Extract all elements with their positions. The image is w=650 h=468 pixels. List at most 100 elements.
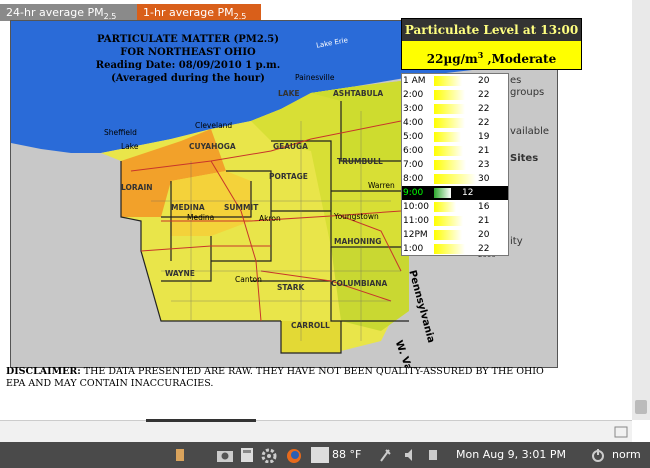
background-text: vailable (510, 126, 550, 137)
hourly-row: 6:00 21 (402, 144, 508, 158)
hourly-row-value: 30 (478, 174, 490, 184)
county-label-medina: MEDINA (171, 203, 205, 212)
county-label-trumbull: TRUMBULL (337, 157, 383, 166)
hourly-row: 2:00 22 (402, 88, 508, 102)
vertical-scrollbar[interactable] (632, 0, 650, 420)
hourly-row-hour: 9:00 (403, 188, 424, 198)
county-label-summit: SUMMIT (224, 203, 259, 212)
hourly-row-value: 23 (478, 160, 490, 170)
hourly-row-value: 21 (478, 146, 490, 156)
popup-concentration: 22µg/m (426, 52, 478, 66)
hourly-row-hour: 2:00 (403, 90, 424, 100)
county-label-geauga: GEAUGA (273, 142, 308, 151)
county-label-columbiana: COLUMBIANA (331, 279, 388, 288)
hourly-row-hour: 6:00 (403, 146, 424, 156)
city-label-warren: Warren (368, 181, 395, 190)
hourly-row-hour: 12PM (403, 230, 428, 240)
hourly-row-hour: 5:00 (403, 132, 424, 142)
popup-category: ,Moderate (483, 52, 557, 66)
hourly-row-hour: 3:00 (403, 104, 424, 114)
city-label-akron: Akron (259, 214, 281, 223)
hourly-row-bar (434, 244, 465, 254)
hourly-row-bar (434, 104, 465, 114)
hourly-row-value: 19 (478, 132, 490, 142)
city-label-sheffield: Sheffield (104, 128, 137, 137)
volume-icon[interactable] (403, 447, 417, 463)
hourly-row: 10:00 16 (402, 200, 508, 214)
scrollbar-thumb[interactable] (635, 400, 647, 414)
city-label-lake: Lake (121, 142, 139, 151)
hourly-row-bar (434, 146, 463, 156)
browser-status-bar (0, 419, 632, 443)
network-icon[interactable] (426, 447, 440, 463)
hourly-row: 7:00 23 (402, 158, 508, 172)
hourly-row-bar (434, 174, 476, 184)
hourly-row-hour: 1:00 (403, 244, 424, 254)
hourly-row-bar (434, 76, 462, 86)
city-label-youngstown: Youngstown (334, 212, 379, 221)
network-plug-icon[interactable] (378, 447, 392, 463)
disclaimer-label: DISCLAIMER: (6, 366, 81, 377)
hourly-row: 12PM 20 (402, 228, 508, 242)
hourly-row-hour: 4:00 (403, 118, 424, 128)
hourly-row-value: 22 (478, 90, 490, 100)
county-label-wayne: WAYNE (165, 269, 195, 278)
county-label-carroll: CARROLL (291, 321, 330, 330)
hourly-readings-table: 1 AM 20 2:00 22 3:00 22 4:00 22 5:00 19 6:00 21 7:00… (401, 73, 509, 256)
disclaimer: DISCLAIMER: THE DATA PRESENTED ARE RAW. … (6, 366, 566, 390)
hourly-row: 8:00 30 (402, 172, 508, 186)
hourly-row-value: 20 (478, 230, 490, 240)
hourly-row-hour: 11:00 (403, 216, 429, 226)
app-launcher-icon[interactable] (172, 447, 188, 463)
hourly-row-bar (434, 90, 465, 100)
window-button[interactable] (311, 447, 329, 463)
city-label-painesville: Painesville (295, 73, 335, 82)
county-label-lake: LAKE (278, 89, 300, 98)
map-title-line: (Averaged during the hour) (111, 73, 265, 84)
disclaimer-text: THE DATA PRESENTED ARE RAW. THEY HAVE NO… (6, 366, 544, 389)
background-text: ity (510, 236, 523, 247)
hourly-row: 1:00 22 (402, 242, 508, 256)
city-label-cleveland: Cleveland (195, 121, 233, 130)
map-title-line: PARTICULATE MATTER (PM2.5) (97, 34, 279, 45)
power-icon[interactable] (590, 447, 606, 463)
map-title: PARTICULATE MATTER (PM2.5) FOR NORTHEAST… (93, 33, 283, 85)
hourly-row-value: 21 (478, 216, 490, 226)
status-divider (146, 419, 256, 422)
hourly-row-bar (434, 118, 465, 128)
hourly-row-bar (434, 216, 463, 226)
hourly-row: 9:00 12 (402, 186, 508, 200)
city-label-canton: Canton (235, 275, 262, 284)
calculator-icon[interactable] (239, 447, 255, 463)
hourly-row-bar (434, 188, 451, 198)
popup-title: Particulate Level at 13:00 (402, 19, 581, 41)
hourly-row-value: 22 (478, 118, 490, 128)
hourly-row-hour: 10:00 (403, 202, 429, 212)
tab-24hr-label: 24-hr average PM (6, 6, 104, 19)
hourly-row-value: 22 (478, 104, 490, 114)
map-title-line: Reading Date: 08/09/2010 1 p.m. (95, 60, 281, 71)
hourly-row-hour: 1 AM (403, 76, 426, 86)
camera-icon[interactable] (216, 447, 234, 463)
hourly-row-bar (434, 132, 461, 142)
hourly-row: 5:00 19 (402, 130, 508, 144)
particulate-level-popup: Particulate Level at 13:00 22µg/m3 ,Mode… (401, 18, 582, 70)
firefox-icon[interactable] (285, 447, 303, 463)
county-label-mahoning: MAHONING (334, 237, 382, 246)
hourly-row-value: 22 (478, 244, 490, 254)
county-label-lorain: LORAIN (121, 183, 153, 192)
user-name[interactable]: norm (612, 448, 641, 461)
temperature-readout[interactable]: 88 °F (332, 448, 361, 461)
gear-icon[interactable] (260, 447, 278, 463)
clock[interactable]: Mon Aug 9, 3:01 PM (456, 448, 566, 461)
hourly-row-hour: 7:00 (403, 160, 424, 170)
tab-1hr-average[interactable]: 1-hr average PM2.5 (137, 4, 261, 21)
resize-grip-icon[interactable] (614, 425, 628, 439)
tab-24hr-average[interactable]: 24-hr average PM2.5 (0, 4, 140, 21)
hourly-row-hour: 8:00 (403, 174, 424, 184)
background-text: es (510, 75, 522, 86)
background-text: groups (510, 87, 545, 98)
hourly-row-value: 20 (478, 76, 490, 86)
popup-value: 22µg/m3 ,Moderate (402, 41, 581, 73)
county-label-cuyahoga: CUYAHOGA (189, 142, 236, 151)
